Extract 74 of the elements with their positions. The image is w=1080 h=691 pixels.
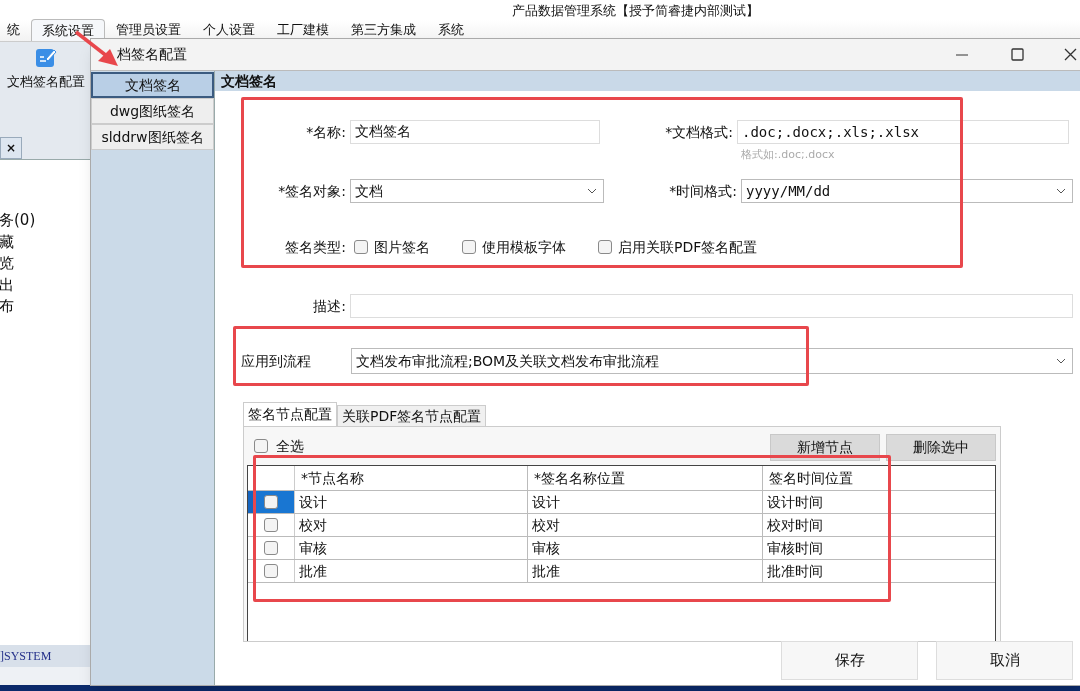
field-label: 签名类型: [284, 237, 347, 257]
list-item[interactable]: 务(0) [0, 210, 92, 232]
table-cell: 审核 [528, 537, 763, 559]
table-cell: 校对 [528, 514, 763, 536]
action-button[interactable]: 删除选中 [886, 434, 996, 461]
table-cell: 设计时间 [763, 491, 889, 513]
nav-item[interactable]: slddrw图纸签名 [91, 124, 214, 150]
row-header[interactable] [248, 491, 295, 513]
format-field[interactable]: .doc;.docx;.xls;.xlsx [737, 120, 1069, 144]
status-text: ]SYSTEM [0, 648, 52, 665]
dialog-button[interactable]: 取消 [936, 641, 1073, 680]
dialog-title: 档签名配置 [117, 45, 188, 64]
chevron-down-icon [1056, 358, 1066, 364]
workflow-dropdown[interactable]: 文档发布审批流程;BOM及关联文档发布审批流程 [351, 348, 1073, 374]
row-checkbox[interactable] [264, 564, 278, 578]
checkbox-label[interactable]: 启用关联PDF签名配置 [618, 236, 758, 258]
section-title: 文档签名 [221, 71, 277, 91]
list-item[interactable]: 藏 [0, 231, 92, 253]
field-label: 描述: [312, 296, 347, 316]
chevron-down-icon [587, 188, 597, 194]
panel-tab[interactable]: 关联PDF签名节点配置 [337, 405, 487, 426]
table-cell: 设计 [295, 491, 528, 513]
time-format-dropdown[interactable]: yyyy/MM/dd [741, 179, 1073, 203]
checkbox-label[interactable]: 图片签名 [374, 236, 430, 258]
menu-tab[interactable]: 统 [0, 19, 31, 41]
name-field[interactable]: 文档签名 [350, 120, 600, 144]
column-header: *签名名称位置 [528, 466, 763, 490]
checkbox[interactable] [254, 439, 268, 453]
table-cell: 批准 [528, 560, 763, 582]
maximize-icon[interactable] [1011, 48, 1024, 61]
action-button[interactable]: 新增节点 [770, 434, 880, 461]
menu-tab[interactable]: 第三方集成 [340, 19, 427, 41]
checkbox-label[interactable]: 使用模板字体 [482, 236, 566, 258]
field-label: *签名对象: [277, 181, 347, 201]
field-label: 应用到流程 [241, 351, 312, 371]
dialog-button[interactable]: 保存 [781, 641, 918, 680]
table-cell: 审核时间 [763, 537, 889, 559]
field-label: *时间格式: [668, 181, 738, 201]
app-title: 产品数据管理系统【授予简睿捷内部测试】 [511, 2, 759, 20]
menu-tab[interactable]: 管理员设置 [105, 19, 192, 41]
checkbox[interactable] [462, 240, 476, 254]
table-cell: 校对时间 [763, 514, 889, 536]
row-checkbox[interactable] [264, 495, 278, 509]
table-cell: 审核 [295, 537, 528, 559]
field-label: *文档格式: [664, 122, 734, 142]
menu-tab[interactable]: 系统 [427, 19, 475, 41]
table-cell: 批准 [295, 560, 528, 582]
document-edit-icon[interactable] [35, 46, 57, 68]
list-item[interactable]: 览 [0, 253, 92, 275]
row-checkbox[interactable] [264, 518, 278, 532]
nav-item[interactable]: 文档签名 [91, 72, 214, 98]
table-cell: 批准时间 [763, 560, 889, 582]
description-field[interactable] [350, 294, 1073, 318]
chevron-down-icon [1056, 188, 1066, 194]
ribbon-label[interactable]: 文档签名配置 [7, 72, 85, 92]
format-hint: 格式如:.doc;.docx [741, 146, 835, 163]
checkbox[interactable] [354, 240, 368, 254]
close-icon[interactable] [1064, 48, 1077, 61]
table-cell: 校对 [295, 514, 528, 536]
list-item[interactable]: 出 [0, 274, 92, 296]
menu-tab[interactable]: 个人设置 [192, 19, 266, 41]
table-cell: 设计 [528, 491, 763, 513]
panel-tab[interactable]: 签名节点配置 [243, 402, 337, 426]
field-label: *名称: [305, 122, 347, 142]
column-header: 签名时间位置 [763, 466, 889, 490]
checkbox-label[interactable]: 全选 [276, 435, 304, 457]
row-checkbox[interactable] [264, 541, 278, 555]
checkbox[interactable] [598, 240, 612, 254]
menu-tab[interactable]: 工厂建模 [266, 19, 340, 41]
nav-item[interactable]: dwg图纸签名 [91, 98, 214, 124]
column-header: *节点名称 [295, 466, 528, 490]
list-item[interactable]: 布 [0, 296, 92, 318]
close-tab-button[interactable]: × [0, 137, 22, 159]
object-dropdown[interactable]: 文档 [350, 179, 604, 203]
